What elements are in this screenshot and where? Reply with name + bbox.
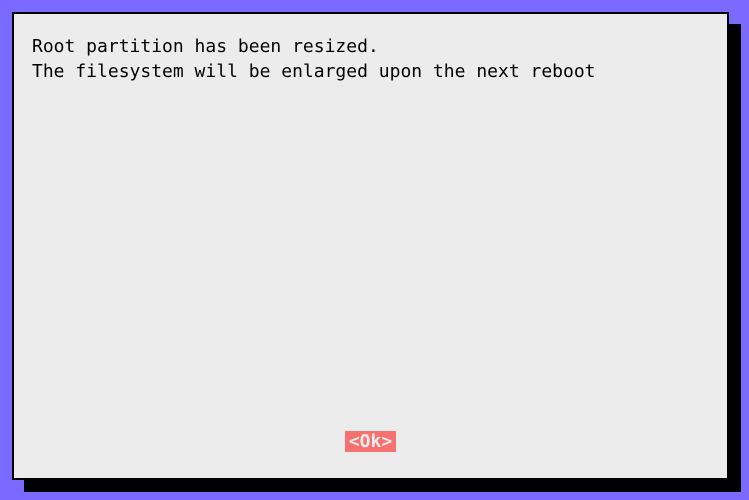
ok-button[interactable]: <Ok> — [345, 431, 396, 452]
button-row: <Ok> — [32, 431, 709, 460]
dialog-box: Root partition has been resized. The fil… — [12, 12, 729, 480]
dialog-message: Root partition has been resized. The fil… — [32, 34, 709, 84]
message-line-2: The filesystem will be enlarged upon the… — [32, 61, 596, 82]
message-line-1: Root partition has been resized. — [32, 36, 379, 57]
dialog-container: Root partition has been resized. The fil… — [12, 12, 737, 488]
spacer — [32, 84, 709, 431]
